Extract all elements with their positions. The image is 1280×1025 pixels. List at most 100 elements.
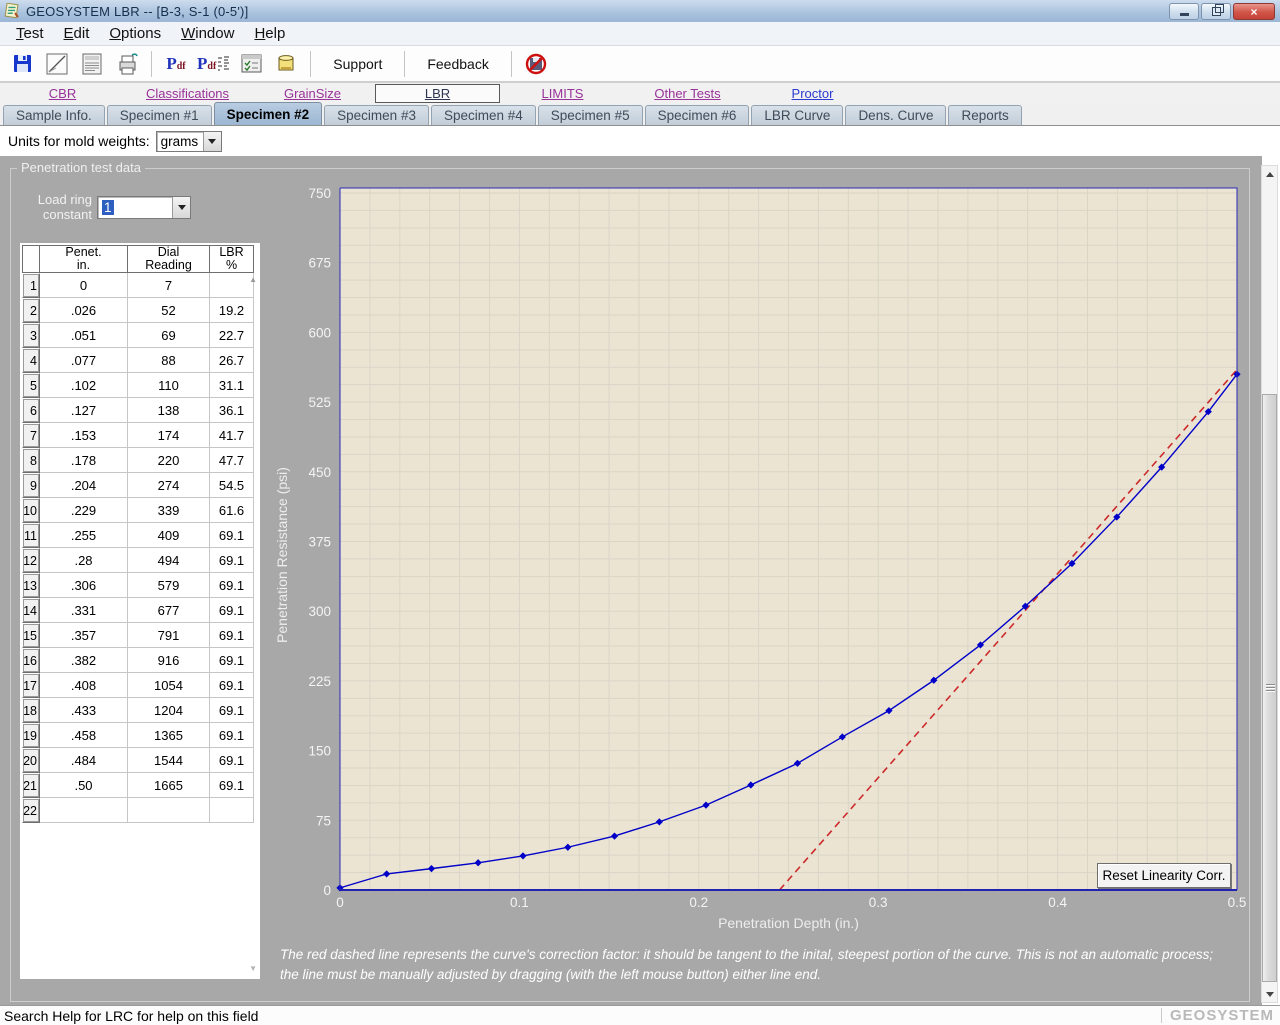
penet-cell[interactable] xyxy=(40,798,128,823)
penet-cell[interactable]: .357 xyxy=(40,623,128,648)
penet-cell[interactable]: .204 xyxy=(40,473,128,498)
penet-cell[interactable]: .051 xyxy=(40,323,128,348)
tab-sample-info-[interactable]: Sample Info. xyxy=(3,105,105,125)
penet-cell[interactable]: .077 xyxy=(40,348,128,373)
dial-cell[interactable]: 1544 xyxy=(128,748,210,773)
save-button[interactable] xyxy=(6,50,38,78)
lbr-cell[interactable]: 69.1 xyxy=(210,548,254,573)
menu-options[interactable]: Options xyxy=(99,23,171,44)
menu-test[interactable]: Test xyxy=(6,23,54,44)
lbr-cell[interactable]: 26.7 xyxy=(210,348,254,373)
dial-cell[interactable]: 274 xyxy=(128,473,210,498)
menu-edit[interactable]: Edit xyxy=(54,23,100,44)
penet-cell[interactable]: .127 xyxy=(40,398,128,423)
lbr-cell[interactable]: 61.6 xyxy=(210,498,254,523)
nav-link-limits[interactable]: LIMITS xyxy=(542,86,584,101)
nav-link-proctor[interactable]: Proctor xyxy=(792,86,834,101)
lbr-cell[interactable]: 69.1 xyxy=(210,748,254,773)
menu-window[interactable]: Window xyxy=(171,23,244,44)
dial-cell[interactable]: 579 xyxy=(128,573,210,598)
report-button[interactable] xyxy=(76,50,108,78)
penet-cell[interactable]: .458 xyxy=(40,723,128,748)
penet-cell[interactable]: .382 xyxy=(40,648,128,673)
tab-dens-curve[interactable]: Dens. Curve xyxy=(845,105,946,125)
dial-cell[interactable]: 110 xyxy=(128,373,210,398)
dial-cell[interactable]: 52 xyxy=(128,298,210,323)
curve-button[interactable] xyxy=(41,50,73,78)
penet-cell[interactable]: .331 xyxy=(40,598,128,623)
tab-lbr-curve[interactable]: LBR Curve xyxy=(751,105,843,125)
tab-reports[interactable]: Reports xyxy=(948,105,1021,125)
lbr-cell[interactable]: 69.1 xyxy=(210,673,254,698)
penet-cell[interactable]: .28 xyxy=(40,548,128,573)
penet-cell[interactable]: .178 xyxy=(40,448,128,473)
units-select[interactable]: grams xyxy=(156,131,222,152)
load-ring-constant-select[interactable]: 1 xyxy=(97,196,191,219)
feedback-button[interactable]: Feedback xyxy=(413,56,502,72)
dial-cell[interactable]: 69 xyxy=(128,323,210,348)
lbr-cell[interactable]: 69.1 xyxy=(210,623,254,648)
pdf-report-button[interactable]: Pdf xyxy=(195,50,232,78)
lbr-cell[interactable]: 69.1 xyxy=(210,698,254,723)
restore-button[interactable] xyxy=(1201,3,1231,20)
dial-cell[interactable]: 1365 xyxy=(128,723,210,748)
no-save-button[interactable] xyxy=(520,50,552,78)
dial-cell[interactable]: 138 xyxy=(128,398,210,423)
lbr-cell[interactable]: 69.1 xyxy=(210,523,254,548)
lbr-cell[interactable]: 69.1 xyxy=(210,773,254,798)
penet-cell[interactable]: .102 xyxy=(40,373,128,398)
table-scroll-up-icon[interactable]: ▲ xyxy=(249,275,257,284)
tab-specimen-3[interactable]: Specimen #3 xyxy=(324,105,429,125)
support-button[interactable]: Support xyxy=(319,56,396,72)
lbr-cell[interactable]: 36.1 xyxy=(210,398,254,423)
menu-help[interactable]: Help xyxy=(244,23,295,44)
load-ring-dropdown-button[interactable] xyxy=(172,197,190,218)
penet-cell[interactable]: .153 xyxy=(40,423,128,448)
lbr-cell[interactable]: 31.1 xyxy=(210,373,254,398)
pdf-export-button[interactable]: Pdf xyxy=(160,50,192,78)
dial-cell[interactable]: 494 xyxy=(128,548,210,573)
dial-cell[interactable]: 1204 xyxy=(128,698,210,723)
nav-link-grainsize[interactable]: GrainSize xyxy=(284,86,341,101)
dial-cell[interactable]: 409 xyxy=(128,523,210,548)
penet-cell[interactable]: .306 xyxy=(40,573,128,598)
nav-link-lbr[interactable]: LBR xyxy=(425,86,450,101)
lbr-cell[interactable]: 69.1 xyxy=(210,573,254,598)
table-scroll-down-icon[interactable]: ▼ xyxy=(249,964,257,973)
dial-cell[interactable] xyxy=(128,798,210,823)
lbr-cell[interactable]: 54.5 xyxy=(210,473,254,498)
dial-cell[interactable]: 791 xyxy=(128,623,210,648)
penet-cell[interactable]: .50 xyxy=(40,773,128,798)
dial-cell[interactable]: 174 xyxy=(128,423,210,448)
checklist-button[interactable] xyxy=(235,50,267,78)
penet-cell[interactable]: .026 xyxy=(40,298,128,323)
penetration-table[interactable]: Penet.in.DialReadingLBR%1072.0265219.23.… xyxy=(22,245,254,823)
dial-cell[interactable]: 677 xyxy=(128,598,210,623)
tab-specimen-6[interactable]: Specimen #6 xyxy=(645,105,750,125)
penet-cell[interactable]: .433 xyxy=(40,698,128,723)
lbr-cell[interactable] xyxy=(210,273,254,298)
scroll-down-button[interactable] xyxy=(1262,986,1277,1002)
penet-cell[interactable]: .229 xyxy=(40,498,128,523)
nav-link-other-tests[interactable]: Other Tests xyxy=(654,86,720,101)
dial-cell[interactable]: 220 xyxy=(128,448,210,473)
archive-button[interactable] xyxy=(270,50,302,78)
tab-specimen-4[interactable]: Specimen #4 xyxy=(431,105,536,125)
penet-cell[interactable]: 0 xyxy=(40,273,128,298)
lbr-cell[interactable]: 69.1 xyxy=(210,723,254,748)
lbr-cell[interactable]: 19.2 xyxy=(210,298,254,323)
dial-cell[interactable]: 916 xyxy=(128,648,210,673)
scrollbar-thumb[interactable] xyxy=(1262,394,1277,982)
reset-linearity-button[interactable]: Reset Linearity Corr. xyxy=(1097,863,1231,888)
vertical-scrollbar[interactable] xyxy=(1261,165,1278,1003)
minimize-button[interactable] xyxy=(1169,3,1199,20)
penet-cell[interactable]: .484 xyxy=(40,748,128,773)
lbr-cell[interactable]: 47.7 xyxy=(210,448,254,473)
tab-specimen-5[interactable]: Specimen #5 xyxy=(538,105,643,125)
nav-link-cbr[interactable]: CBR xyxy=(49,86,76,101)
dial-cell[interactable]: 339 xyxy=(128,498,210,523)
dial-cell[interactable]: 88 xyxy=(128,348,210,373)
penet-cell[interactable]: .408 xyxy=(40,673,128,698)
nav-link-classifications[interactable]: Classifications xyxy=(146,86,229,101)
penet-cell[interactable]: .255 xyxy=(40,523,128,548)
